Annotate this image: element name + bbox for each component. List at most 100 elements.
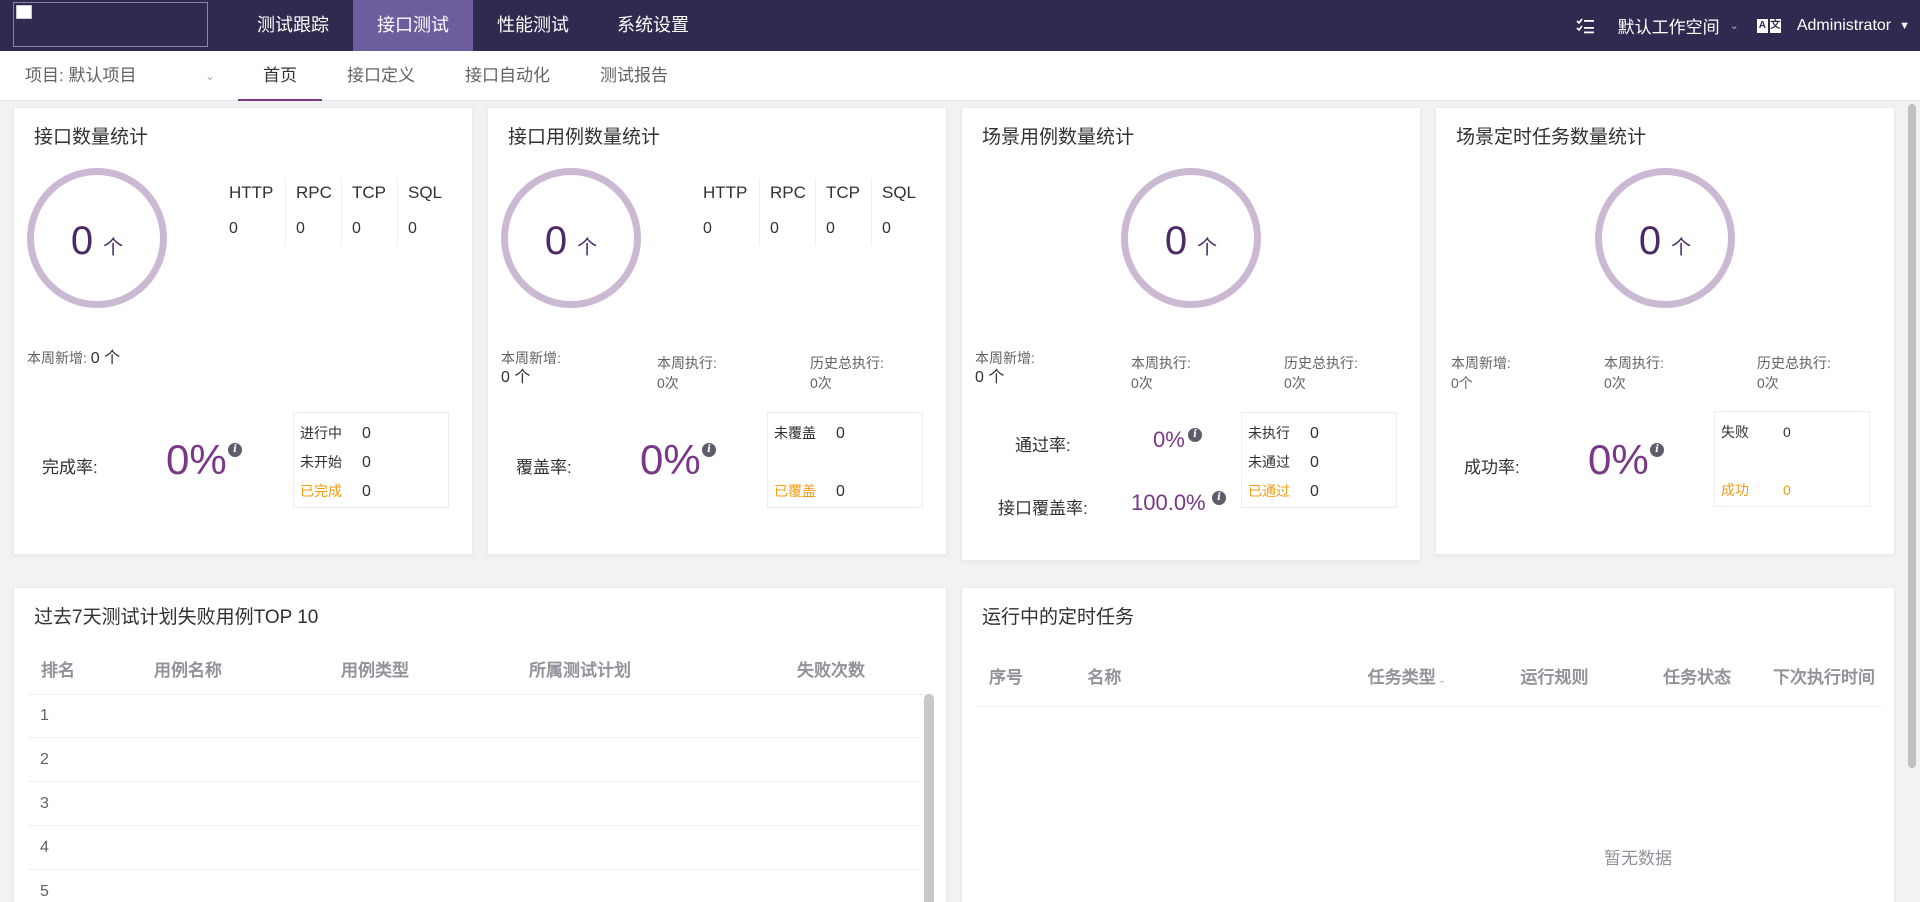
logo[interactable] xyxy=(13,2,208,47)
nav-api-test[interactable]: 接口测试 xyxy=(353,0,473,51)
rate-label: 覆盖率: xyxy=(516,458,572,477)
card-title: 场景用例数量统计 xyxy=(982,127,1135,148)
column-next-run-time[interactable]: 下次执行时间 xyxy=(1766,648,1882,707)
protocol-value: 0 xyxy=(229,220,238,237)
project-selector[interactable]: 项目: 默认项目 ⌄ xyxy=(25,51,215,101)
protocol-breakdown: HTTP 0 RPC 0 TCP 0 SQL 0 xyxy=(703,178,927,246)
column-name[interactable]: 名称 xyxy=(1087,648,1333,707)
column-failure-count[interactable]: 失败次数 xyxy=(797,648,917,694)
count-value: 0 xyxy=(70,219,94,263)
protocol-name: HTTP xyxy=(229,183,274,202)
table-scrollbar[interactable] xyxy=(924,694,934,902)
rank-cell: 2 xyxy=(40,751,49,768)
week-new-label: 本周新增: xyxy=(501,350,561,366)
caret-down-icon: ▼ xyxy=(1899,19,1910,32)
table-row[interactable]: 4 xyxy=(28,826,920,870)
workspace-selector[interactable]: 默认工作空间 ⌄ xyxy=(1618,13,1739,38)
nav-performance-test[interactable]: 性能测试 xyxy=(473,0,593,51)
table-row[interactable]: 1 xyxy=(28,694,920,738)
column-task-status[interactable]: 任务状态 xyxy=(1628,648,1766,707)
count-unit: 个 xyxy=(577,237,598,259)
status-label: 进行中 xyxy=(300,425,342,441)
rate-value: 0% xyxy=(1588,436,1649,483)
total-exec: 历史总执行: 0次 xyxy=(1757,353,1831,393)
tab-test-report[interactable]: 测试报告 xyxy=(575,51,693,101)
chevron-down-icon: ⌄ xyxy=(1729,20,1739,32)
column-test-plan[interactable]: 所属测试计划 xyxy=(529,648,797,694)
scenario-count-card: 场景用例数量统计 0个 本周新增: 0 个 本周执行: 0次 历史总执行: 0次… xyxy=(961,107,1421,561)
count-value: 0 xyxy=(544,219,568,263)
failure-top10-card: 过去7天测试计划失败用例TOP 10 排名 用例名称 用例类型 所属测试计划 失… xyxy=(13,587,947,902)
week-exec-value: 0次 xyxy=(1604,375,1626,391)
total-exec-label: 历史总执行: xyxy=(1757,355,1831,371)
table-header: 排名 用例名称 用例类型 所属测试计划 失败次数 xyxy=(28,648,934,695)
count-unit: 个 xyxy=(1197,237,1218,259)
main-nav: 测试跟踪 接口测试 性能测试 系统设置 xyxy=(233,0,713,51)
protocol-name: TCP xyxy=(352,183,386,202)
tab-api-automation[interactable]: 接口自动化 xyxy=(440,51,575,101)
week-new-label: 本周新增: xyxy=(1451,355,1511,371)
column-index[interactable]: 序号 xyxy=(976,648,1087,707)
total-exec: 历史总执行: 0次 xyxy=(810,353,884,393)
rank-cell: 4 xyxy=(40,839,49,856)
column-run-rule[interactable]: 运行规则 xyxy=(1481,648,1629,707)
tab-home[interactable]: 首页 xyxy=(238,51,322,101)
table-row[interactable]: 5 xyxy=(28,870,920,902)
count-ring: 0个 xyxy=(27,168,167,308)
column-rank[interactable]: 排名 xyxy=(28,648,154,694)
sub-navbar: 项目: 默认项目 ⌄ 首页 接口定义 接口自动化 测试报告 xyxy=(0,51,1920,101)
lang-icon-latin: A xyxy=(1756,18,1768,33)
protocol-value: 0 xyxy=(882,220,891,237)
total-exec-value: 0次 xyxy=(1284,375,1306,391)
broken-image-icon xyxy=(16,5,32,19)
status-value: 0 xyxy=(1783,424,1791,440)
user-menu[interactable]: Administrator ▼ xyxy=(1797,17,1910,35)
rank-cell: 1 xyxy=(40,707,49,724)
count-value: 0 xyxy=(1164,219,1188,263)
week-new: 本周新增: 0 个 xyxy=(501,348,561,388)
nav-system-settings[interactable]: 系统设置 xyxy=(593,0,713,51)
status-label: 未开始 xyxy=(300,454,342,470)
task-list-icon[interactable] xyxy=(1576,18,1594,34)
week-new-value: 0 个 xyxy=(90,350,121,367)
column-task-type[interactable]: 任务类型 ⌄ xyxy=(1333,648,1481,707)
status-value: 0 xyxy=(836,425,845,442)
count-ring: 0个 xyxy=(1121,168,1261,308)
protocol-value: 0 xyxy=(408,220,417,237)
table-row[interactable]: 2 xyxy=(28,738,920,782)
week-new-value: 0个 xyxy=(1451,375,1473,391)
user-name: Administrator xyxy=(1796,16,1892,34)
nav-test-track[interactable]: 测试跟踪 xyxy=(233,0,353,51)
info-icon[interactable]: i xyxy=(1650,443,1664,457)
empty-state-text: 暂无数据 xyxy=(1604,849,1672,868)
status-box: 未执行 0 未通过 0 已通过 0 xyxy=(1241,412,1397,508)
coverage-value: 100.0% xyxy=(1131,490,1206,515)
running-schedule-card: 运行中的定时任务 序号 名称 任务类型 ⌄ 运行规则 任务状态 下次执行时间 暂无… xyxy=(961,587,1895,902)
info-icon[interactable]: i xyxy=(702,443,716,457)
status-value: 0 xyxy=(1310,454,1319,471)
column-case-name[interactable]: 用例名称 xyxy=(154,648,341,694)
column-case-type[interactable]: 用例类型 xyxy=(341,648,529,694)
protocol-name: RPC xyxy=(770,183,806,202)
tab-api-definition[interactable]: 接口定义 xyxy=(322,51,440,101)
status-value: 0 xyxy=(362,483,371,500)
page-scrollbar[interactable] xyxy=(1908,104,1916,768)
card-title: 接口数量统计 xyxy=(34,127,149,148)
week-new-label: 本周新增: xyxy=(27,350,87,366)
status-value: 0 xyxy=(362,425,371,442)
total-exec: 历史总执行: 0次 xyxy=(1284,353,1358,393)
total-exec-label: 历史总执行: xyxy=(1284,355,1358,371)
language-switch-icon[interactable]: A文 xyxy=(1756,18,1781,33)
status-label: 失败 xyxy=(1721,424,1749,440)
rate-value: 0% xyxy=(640,436,701,483)
week-new: 本周新增: 0个 xyxy=(1451,353,1511,393)
info-icon[interactable]: i xyxy=(1188,428,1202,442)
info-icon[interactable]: i xyxy=(1212,491,1226,505)
api-case-count-card: 接口用例数量统计 0个 HTTP 0 RPC 0 TCP 0 SQL 0 本周新增: 0… xyxy=(487,107,947,555)
status-value: 0 xyxy=(836,483,845,500)
protocol-name: TCP xyxy=(826,183,860,202)
status-label: 已覆盖 xyxy=(774,483,816,499)
info-icon[interactable]: i xyxy=(228,443,242,457)
table-row[interactable]: 3 xyxy=(28,782,920,826)
week-new-label: 本周新增: xyxy=(975,350,1035,366)
